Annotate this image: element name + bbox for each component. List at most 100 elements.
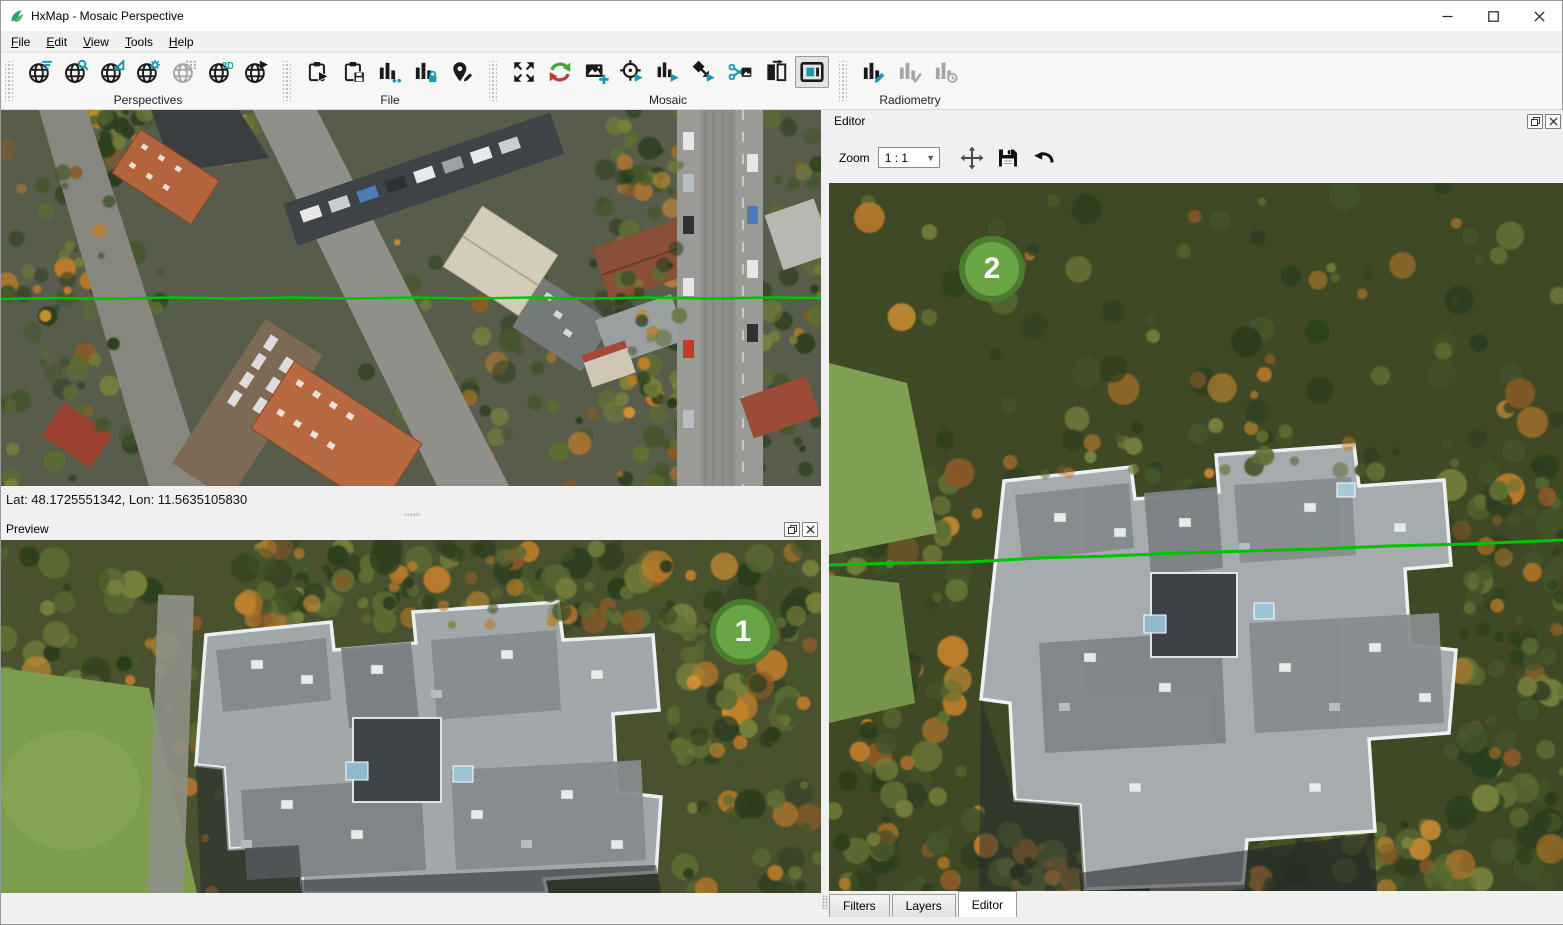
toolbar-group-mosaic: Mosaic [499,53,837,109]
tiles-play-icon [691,59,717,85]
edit-point-icon [449,59,475,85]
edit-point-button[interactable] [445,56,479,88]
app-logo-icon [9,8,25,24]
refresh-icon [547,59,573,85]
tab-filters[interactable]: Filters [829,894,890,917]
editor-tab-bar: Filters Layers Editor [829,891,1563,917]
toolbar-handle[interactable] [839,61,847,101]
zoom-select[interactable]: 1 : 1 ▼ [878,147,940,168]
window-title: HxMap - Mosaic Perspective [31,9,184,23]
frame-image-icon [799,59,825,85]
compare-image-button[interactable] [759,56,793,88]
globe-search-icon [63,59,89,85]
splitter-grip [404,513,420,517]
menu-help[interactable]: Help [161,31,202,52]
menu-bar: File Edit View Tools Help [1,31,1562,53]
menu-edit[interactable]: Edit [38,31,75,52]
chart-clock-button[interactable] [929,56,963,88]
clipboard-play-button[interactable] [301,56,335,88]
maximize-button[interactable] [1470,1,1516,31]
globe-measure-icon [99,59,125,85]
preview-panel-header: Preview [1,518,821,540]
toolbar-group-label: File [301,91,479,107]
expand-icon [511,59,537,85]
undo-button[interactable] [1030,144,1058,172]
preview-panel-title: Preview [6,522,49,536]
undo-icon [1032,146,1056,170]
chart-lock-button[interactable] [409,56,443,88]
globe-grid-button[interactable] [167,56,201,88]
preview-map-view[interactable]: 1 [1,540,821,893]
main-toolbar: 3D Perspectives [1,53,1562,110]
globe-3d-button[interactable]: 3D [203,56,237,88]
globe-filter-icon [27,59,53,85]
image-add-button[interactable] [579,56,613,88]
zoom-label: Zoom [839,151,870,165]
chart-check-button[interactable] [893,56,927,88]
globe-filter-button[interactable] [23,56,57,88]
horizontal-splitter[interactable] [1,512,821,518]
chart-play-button[interactable] [651,56,685,88]
chart-dots-icon [377,59,403,85]
target-play-button[interactable] [615,56,649,88]
toolbar-handle[interactable] [283,61,291,101]
mosaic-map-view[interactable] [1,110,821,486]
annotation-marker-2: 2 [959,236,1025,302]
pan-button[interactable] [958,144,986,172]
globe-grid-icon [171,59,197,85]
tab-layers[interactable]: Layers [892,894,956,917]
target-play-icon [619,59,645,85]
toolbar-group-label: Mosaic [507,91,829,107]
globe-measure-button[interactable] [95,56,129,88]
splitter-grip [822,895,828,909]
close-icon [1549,117,1558,126]
clipboard-save-icon [341,59,367,85]
chart-edit-icon [861,59,887,85]
globe-settings-button[interactable] [131,56,165,88]
pan-icon [960,146,984,170]
image-add-icon [583,59,609,85]
toolbar-handle[interactable] [489,61,497,101]
globe-search-button[interactable] [59,56,93,88]
clipboard-save-button[interactable] [337,56,371,88]
toolbar-group-file: File [293,53,487,109]
coordinate-status-bar: Lat: 48.1725551342, Lon: 11.5635105830 [1,486,821,512]
chart-clock-icon [933,59,959,85]
close-button[interactable] [1516,1,1562,31]
annotation-marker-1: 1 [710,599,776,665]
minimize-button[interactable] [1424,1,1470,31]
editor-close-button[interactable] [1545,114,1561,129]
save-icon [996,146,1020,170]
toolbar-group-label: Radiometry [857,91,963,107]
expand-button[interactable] [507,56,541,88]
tab-editor[interactable]: Editor [958,891,1017,917]
chart-lock-icon [413,59,439,85]
editor-map-view[interactable]: 2 [829,183,1563,891]
editor-float-button[interactable] [1527,114,1543,129]
globe-settings-icon [135,59,161,85]
toolbar-handle[interactable] [5,61,13,101]
refresh-button[interactable] [543,56,577,88]
globe-play-button[interactable] [239,56,273,88]
menu-view[interactable]: View [75,31,117,52]
chart-edit-button[interactable] [857,56,891,88]
menu-tools[interactable]: Tools [117,31,161,52]
title-bar: HxMap - Mosaic Perspective [1,1,1562,31]
cut-image-button[interactable] [723,56,757,88]
tiles-play-button[interactable] [687,56,721,88]
minimize-icon [1442,11,1453,22]
right-bottom-strip [829,917,1563,924]
frame-image-button[interactable] [795,56,829,88]
menu-file[interactable]: File [3,31,38,52]
preview-float-button[interactable] [784,522,800,537]
save-button[interactable] [994,144,1022,172]
mosaic-view-panel: Lat: 48.1725551342, Lon: 11.5635105830 P… [1,110,821,924]
chevron-down-icon: ▼ [923,153,939,163]
chart-dots-button[interactable] [373,56,407,88]
editor-panel-header: Editor [829,110,1563,132]
toolbar-group-label: Perspectives [23,91,273,107]
vertical-splitter[interactable] [821,110,829,924]
preview-close-button[interactable] [802,522,818,537]
left-bottom-strip [1,893,821,924]
globe-3d-icon: 3D [207,59,233,85]
